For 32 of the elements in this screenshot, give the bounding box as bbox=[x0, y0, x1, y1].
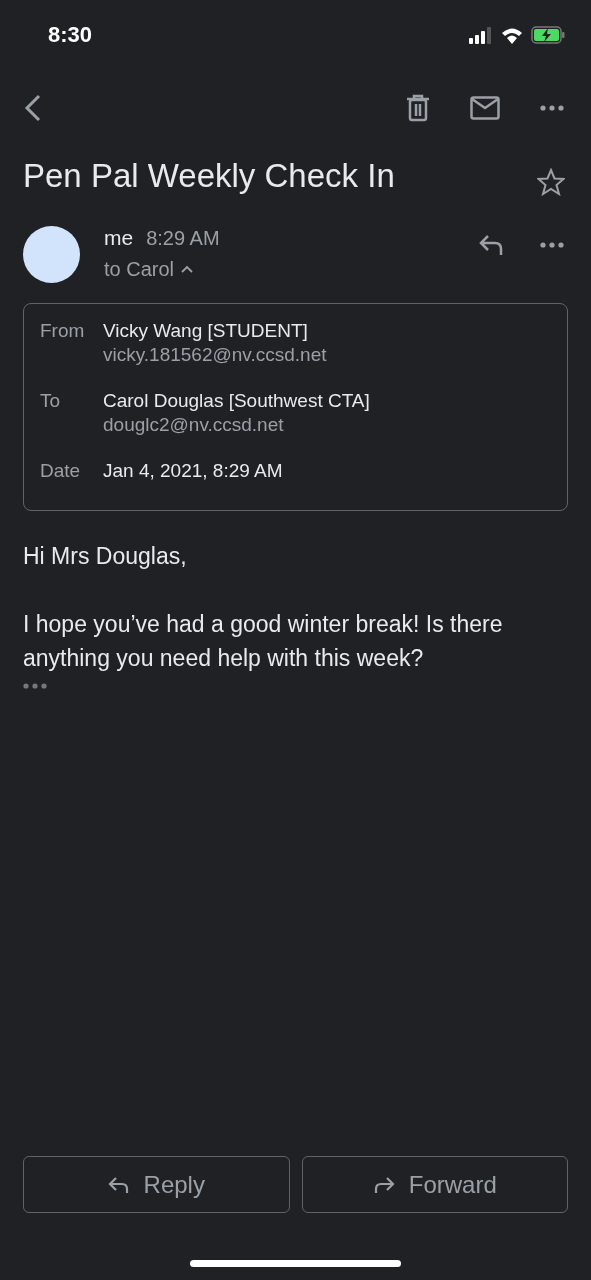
recipient-summary[interactable]: to Carol bbox=[104, 258, 175, 281]
sender-name: me bbox=[104, 226, 134, 250]
trash-icon[interactable] bbox=[406, 94, 430, 122]
back-icon[interactable] bbox=[24, 93, 42, 123]
email-address: douglc2@nv.ccsd.net bbox=[103, 414, 285, 436]
message-paragraph: I hope you’ve had a good winter break! Is there anything you need help with this week? bbox=[23, 610, 504, 673]
forward-button[interactable]: Forward bbox=[301, 1156, 568, 1213]
field-label: Date bbox=[40, 460, 82, 482]
message-time: 8:29 AM bbox=[146, 227, 220, 250]
avatar bbox=[23, 226, 80, 283]
mail-icon[interactable] bbox=[470, 96, 500, 120]
wifi-icon bbox=[501, 26, 523, 44]
status-time: 8:30 bbox=[48, 22, 93, 48]
more-icon[interactable] bbox=[540, 105, 564, 111]
email-subject: Pen Pal Weekly Check In bbox=[23, 156, 395, 196]
email-address: vicky.181562@nv.ccsd.net bbox=[103, 344, 327, 366]
field-value: Vicky Wang [STUDENT] bbox=[103, 320, 309, 342]
field-label: To bbox=[40, 390, 62, 413]
star-icon[interactable] bbox=[537, 168, 565, 196]
reply-button[interactable]: Reply bbox=[23, 1156, 290, 1213]
caret-icon[interactable] bbox=[180, 264, 195, 275]
message-paragraph: Hi Mrs Douglas, bbox=[23, 542, 188, 571]
field-value: Jan 4, 2021, 8:29 AM bbox=[103, 460, 283, 482]
reply-icon[interactable] bbox=[478, 234, 504, 256]
reply-arrow-icon bbox=[107, 1175, 130, 1194]
signal-icon bbox=[469, 26, 493, 44]
battery-icon bbox=[531, 26, 565, 44]
field-value: Carol Douglas [Southwest CTA] bbox=[103, 390, 370, 412]
more-icon[interactable] bbox=[540, 242, 564, 248]
field-label: From bbox=[40, 320, 86, 343]
show-trimmed-icon[interactable] bbox=[23, 683, 47, 689]
forward-arrow-icon bbox=[372, 1175, 395, 1194]
